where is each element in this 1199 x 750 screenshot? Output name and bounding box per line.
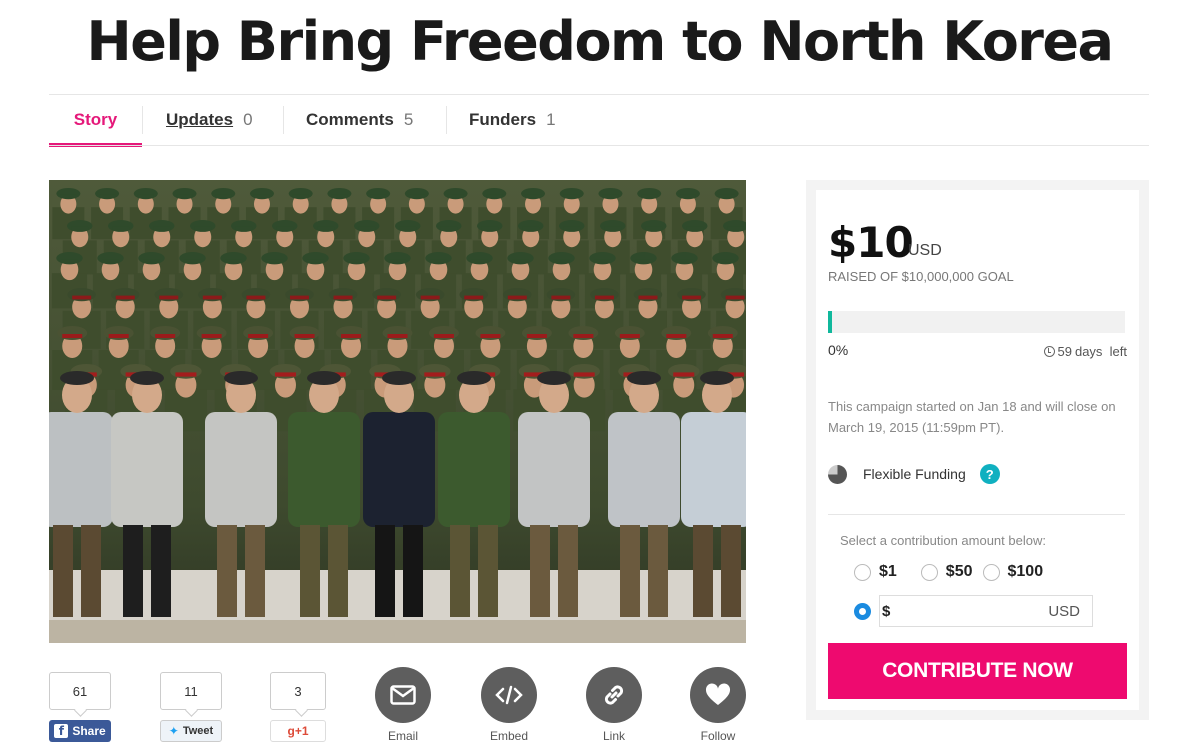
pie-chart-icon <box>828 464 847 484</box>
amount-options: $1 $50 $100 <box>854 563 1043 581</box>
facebook-share-count: 61 <box>49 672 111 710</box>
facebook-icon: f <box>54 724 69 738</box>
goal-text: RAISED OF $10,000,000 GOAL <box>828 269 1014 284</box>
twitter-bird-icon: ✦ <box>168 724 179 738</box>
code-icon[interactable] <box>481 667 537 723</box>
facebook-share: 61 f Share <box>49 672 111 742</box>
tab-comments-count: 5 <box>403 110 414 129</box>
follow-label: Follow <box>700 729 736 743</box>
envelope-icon[interactable] <box>375 667 431 723</box>
tab-comments-label: Comments <box>306 110 394 129</box>
googleplus-share: 3 g+1 <box>270 672 326 742</box>
amount-option-1[interactable]: $1 <box>854 563 897 581</box>
funding-card: $10 USD RAISED OF $10,000,000 GOAL 0% 59… <box>816 190 1139 710</box>
section-divider <box>828 514 1125 515</box>
clock-icon <box>1043 346 1055 357</box>
tab-comments[interactable]: Comments 5 <box>284 95 446 145</box>
contribute-now-button[interactable]: CONTRIBUTE NOW <box>828 643 1127 699</box>
email-label: Email <box>387 729 418 743</box>
days-left-text: days left <box>1074 344 1127 359</box>
radio-button[interactable] <box>920 563 938 581</box>
tab-updates[interactable]: Updates 0 <box>143 95 283 145</box>
link-label: Link <box>602 729 625 743</box>
facebook-share-button[interactable]: f Share <box>49 720 111 742</box>
progress-bar <box>828 311 1125 333</box>
embed-action[interactable]: Embed <box>481 667 537 743</box>
raised-currency: USD <box>908 242 942 259</box>
custom-amount-row: $ USD <box>854 595 1093 627</box>
amount-option-100[interactable]: $100 <box>982 563 1044 581</box>
embed-label: Embed <box>489 729 529 743</box>
radio-button[interactable] <box>982 563 1000 581</box>
percent-funded: 0% <box>828 342 849 358</box>
radio-button[interactable] <box>854 563 871 581</box>
campaign-dates-text: This campaign started on Jan 18 and will… <box>828 399 1116 435</box>
twitter-tweet-button[interactable]: ✦ Tweet <box>160 720 222 742</box>
funding-type: Flexible Funding ? <box>828 464 1000 484</box>
select-amount-text: Select a contribution amount below: <box>840 533 1046 548</box>
radio-button-selected[interactable] <box>854 602 871 620</box>
tab-updates-label: Updates <box>166 110 234 129</box>
tab-funders[interactable]: Funders 1 <box>447 95 587 145</box>
follow-action[interactable]: Follow <box>690 667 746 743</box>
chain-link-icon[interactable] <box>586 667 642 723</box>
help-icon[interactable]: ? <box>979 464 1000 484</box>
days-left: 59 days left <box>1043 344 1127 359</box>
tab-bar: Story Updates 0 Comments 5 Funders 1 <box>49 95 1149 147</box>
tab-updates-count: 0 <box>243 110 253 129</box>
amount-option-label: $1 <box>879 563 897 580</box>
custom-amount-unit: USD <box>1048 602 1080 620</box>
googleplus-share-count: 3 <box>270 672 326 710</box>
tab-story[interactable]: Story <box>49 95 142 147</box>
page-title: Help Bring Freedom to North Korea <box>86 10 1115 73</box>
days-left-number: 59 <box>1057 344 1072 359</box>
google-plus-icon: g+1 <box>287 724 309 738</box>
tabs-divider-bottom <box>49 145 1149 146</box>
heart-icon[interactable] <box>690 667 746 723</box>
facebook-share-label: Share <box>72 724 106 738</box>
email-action[interactable]: Email <box>375 667 431 743</box>
custom-amount-input[interactable]: $ USD <box>879 595 1093 627</box>
amount-option-label: $50 <box>945 563 973 580</box>
custom-amount-prefix: $ <box>882 602 891 620</box>
twitter-tweet-label: Tweet <box>182 725 214 737</box>
amount-option-50[interactable]: $50 <box>920 563 973 581</box>
progress-bar-fill <box>828 311 832 333</box>
amount-option-label: $100 <box>1007 563 1044 580</box>
raised-amount: $10 <box>828 218 914 267</box>
funding-sidebar: $10 USD RAISED OF $10,000,000 GOAL 0% 59… <box>806 180 1149 720</box>
tab-funders-label: Funders <box>469 110 537 129</box>
campaign-photo <box>49 180 746 643</box>
twitter-share-count: 11 <box>160 672 222 710</box>
tab-story-label: Story <box>73 110 118 129</box>
googleplus-button[interactable]: g+1 <box>270 720 326 742</box>
twitter-share: 11 ✦ Tweet <box>160 672 222 742</box>
funding-type-label: Flexible Funding <box>863 466 966 482</box>
link-action[interactable]: Link <box>586 667 642 743</box>
group-photo-image <box>49 180 746 643</box>
tab-funders-count: 1 <box>546 110 556 129</box>
